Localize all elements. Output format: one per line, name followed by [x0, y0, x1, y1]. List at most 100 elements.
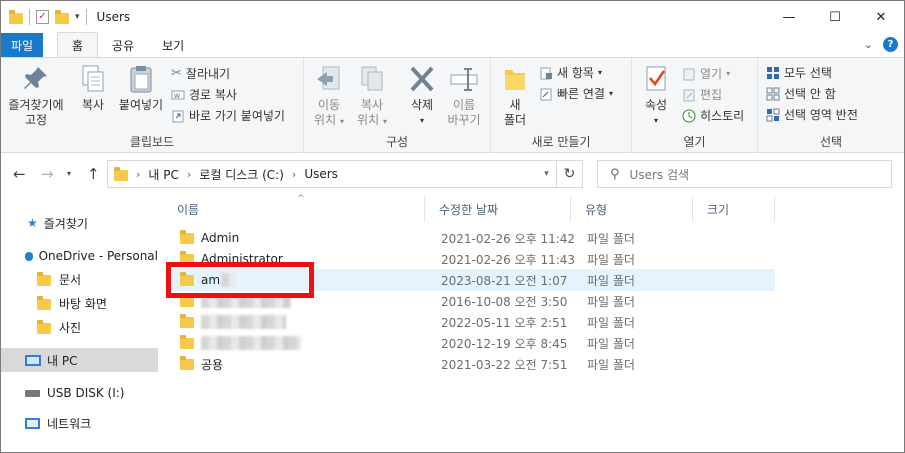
edit-icon	[682, 88, 696, 102]
new-item-button[interactable]: 새 항목 ▾	[539, 64, 602, 81]
easy-access-button[interactable]: 빠른 연결 ▾	[539, 85, 613, 102]
copy-to-label-2: 위치 ▾	[357, 113, 387, 127]
breadcrumb-this-pc[interactable]: 내 PC	[148, 166, 178, 183]
nav-this-pc[interactable]: 내 PC	[1, 348, 158, 372]
table-row-selected[interactable]: am 2023-08-21 오전 1:07 파일 폴더	[167, 269, 775, 291]
table-row[interactable]: Administrator 2021-02-26 오후 11:43 파일 폴더	[167, 248, 775, 270]
copy-to-icon	[356, 64, 388, 94]
copy-to-button[interactable]: 복사 위치 ▾	[352, 62, 392, 129]
properties-icon[interactable]: ✓	[36, 10, 49, 24]
breadcrumb-users[interactable]: Users	[304, 167, 338, 181]
properties-dropdown-icon[interactable]: ▾	[638, 113, 674, 128]
history-button[interactable]: 히스토리	[682, 107, 744, 124]
tab-file[interactable]: 파일	[1, 33, 43, 57]
group-organize: 이동 위치 ▾ 복사 위치 ▾ 삭제 ▾ 이름 바꾸기 구성	[304, 58, 491, 153]
column-header-size[interactable]: 크기	[693, 196, 775, 222]
paste-shortcut-button[interactable]: 바로 가기 붙여넣기	[171, 107, 285, 124]
move-to-button[interactable]: 이동 위치 ▾	[309, 62, 349, 129]
paste-button[interactable]: 붙여넣기	[115, 62, 167, 113]
table-row[interactable]: 공용 2021-03-22 오전 7:51 파일 폴더	[167, 353, 775, 375]
invert-selection-button[interactable]: 선택 영역 반전	[766, 106, 858, 123]
tab-share[interactable]: 공유	[98, 33, 148, 57]
nav-onedrive[interactable]: OneDrive - Personal	[1, 244, 158, 268]
customize-toolbar-icon[interactable]: ▾	[75, 12, 80, 22]
delete-dropdown-icon[interactable]: ▾	[404, 113, 440, 128]
nav-network-label: 네트워크	[47, 416, 92, 431]
forward-arrow-icon[interactable]: →	[41, 165, 54, 183]
new-folder-button[interactable]: 새 폴더	[497, 62, 533, 128]
network-icon	[25, 417, 40, 429]
redacted-name	[201, 315, 286, 329]
history-icon	[682, 109, 696, 123]
select-all-label: 모두 선택	[784, 66, 832, 80]
nav-pictures[interactable]: 사진	[1, 315, 158, 339]
address-bar[interactable]: › 내 PC › 로컬 디스크 (C:) › Users	[107, 160, 583, 188]
rename-button[interactable]: 이름 바꾸기	[442, 62, 486, 128]
tab-home[interactable]: 홈	[57, 32, 99, 57]
file-modified: 2021-02-26 오후 11:43	[441, 252, 576, 267]
delete-button[interactable]: 삭제 ▾	[404, 62, 440, 128]
nav-quick-access[interactable]: ★ 즐겨찾기	[1, 211, 158, 235]
back-arrow-icon[interactable]: ←	[13, 165, 26, 183]
copy-path-button[interactable]: W 경로 복사	[171, 86, 237, 103]
copy-button[interactable]: 복사	[71, 62, 115, 113]
nav-desktop[interactable]: 바탕 화면	[1, 291, 158, 315]
chevron-right-icon[interactable]: ›	[292, 168, 296, 181]
paste-icon	[125, 64, 157, 94]
column-header-name[interactable]: 이름	[163, 196, 425, 222]
file-modified: 2021-03-22 오전 7:51	[441, 357, 568, 372]
minimize-button[interactable]: —	[766, 1, 812, 33]
search-box[interactable]: ⚲ Users 검색	[597, 160, 892, 188]
move-to-label-2: 위치 ▾	[314, 113, 344, 127]
breadcrumb-local-disk[interactable]: 로컬 디스크 (C:)	[199, 166, 284, 183]
open-label: 열기	[700, 67, 723, 81]
column-header-type[interactable]: 유형	[571, 196, 693, 222]
ribbon-tabs: 파일 홈 공유 보기 ⌄ ?	[1, 32, 904, 57]
properties-button[interactable]: 속성 ▾	[638, 62, 674, 128]
chevron-right-icon[interactable]: ›	[136, 168, 140, 181]
file-name: am	[201, 273, 221, 287]
nav-network[interactable]: 네트워크	[1, 411, 158, 435]
table-row[interactable]: 2020-12-19 오후 8:45 파일 폴더	[167, 332, 775, 354]
new-folder-icon[interactable]	[55, 10, 69, 24]
paste-label: 붙여넣기	[118, 98, 164, 112]
help-icon[interactable]: ?	[883, 37, 898, 52]
copy-icon	[77, 64, 109, 94]
nav-pictures-label: 사진	[59, 320, 82, 335]
table-row[interactable]: Admin 2021-02-26 오후 11:42 파일 폴더	[167, 227, 775, 249]
maximize-button[interactable]: ☐	[812, 1, 858, 33]
nav-desktop-label: 바탕 화면	[59, 296, 107, 311]
delete-x-icon	[406, 64, 438, 94]
explorer-window: ✓ ▾ Users — ☐ ✕ 파일 홈 공유 보기 ⌄ ? 즐겨찾기에 고정 …	[0, 0, 905, 453]
select-none-button[interactable]: 선택 안 함	[766, 85, 836, 102]
chevron-down-icon: ▾	[726, 69, 731, 78]
select-all-button[interactable]: 모두 선택	[766, 64, 832, 81]
divider	[29, 9, 30, 25]
navigation-pane: ★ 즐겨찾기 OneDrive - Personal 문서 바탕 화면 사진 내…	[1, 196, 161, 452]
file-modified: 2023-08-21 오전 1:07	[441, 273, 568, 288]
open-button[interactable]: 열기 ▾	[682, 65, 730, 82]
table-row[interactable]: 2016-10-08 오전 3:50 파일 폴더	[167, 290, 775, 312]
recent-locations-icon[interactable]: ▾	[67, 169, 71, 178]
table-row[interactable]: 2022-05-11 오후 2:51 파일 폴더	[167, 311, 775, 333]
group-label-clipboard: 클립보드	[129, 135, 175, 149]
address-history-dropdown-icon[interactable]: ▾	[538, 160, 555, 188]
pin-quick-access-button[interactable]: 즐겨찾기에 고정	[5, 62, 67, 128]
chevron-right-icon[interactable]: ›	[187, 168, 191, 181]
close-button[interactable]: ✕	[858, 1, 904, 33]
column-header-modified[interactable]: 수정한 날짜	[425, 196, 571, 222]
group-label-open: 열기	[683, 135, 706, 149]
edit-button[interactable]: 편집	[682, 86, 722, 103]
file-type: 파일 폴더	[587, 252, 635, 267]
nav-usb[interactable]: USB DISK (I:)	[1, 381, 158, 405]
file-name: Administrator	[201, 252, 283, 266]
tab-view[interactable]: 보기	[148, 33, 198, 57]
nav-documents[interactable]: 문서	[1, 267, 158, 291]
cut-button[interactable]: ✂ 잘라내기	[171, 65, 230, 82]
folder-icon	[180, 292, 194, 307]
up-arrow-icon[interactable]: ↑	[87, 165, 100, 183]
search-placeholder: Users 검색	[629, 167, 690, 182]
move-to-label: 이동	[317, 98, 341, 112]
refresh-icon[interactable]: ↻	[556, 160, 583, 188]
collapse-ribbon-icon[interactable]: ⌄	[864, 38, 873, 51]
